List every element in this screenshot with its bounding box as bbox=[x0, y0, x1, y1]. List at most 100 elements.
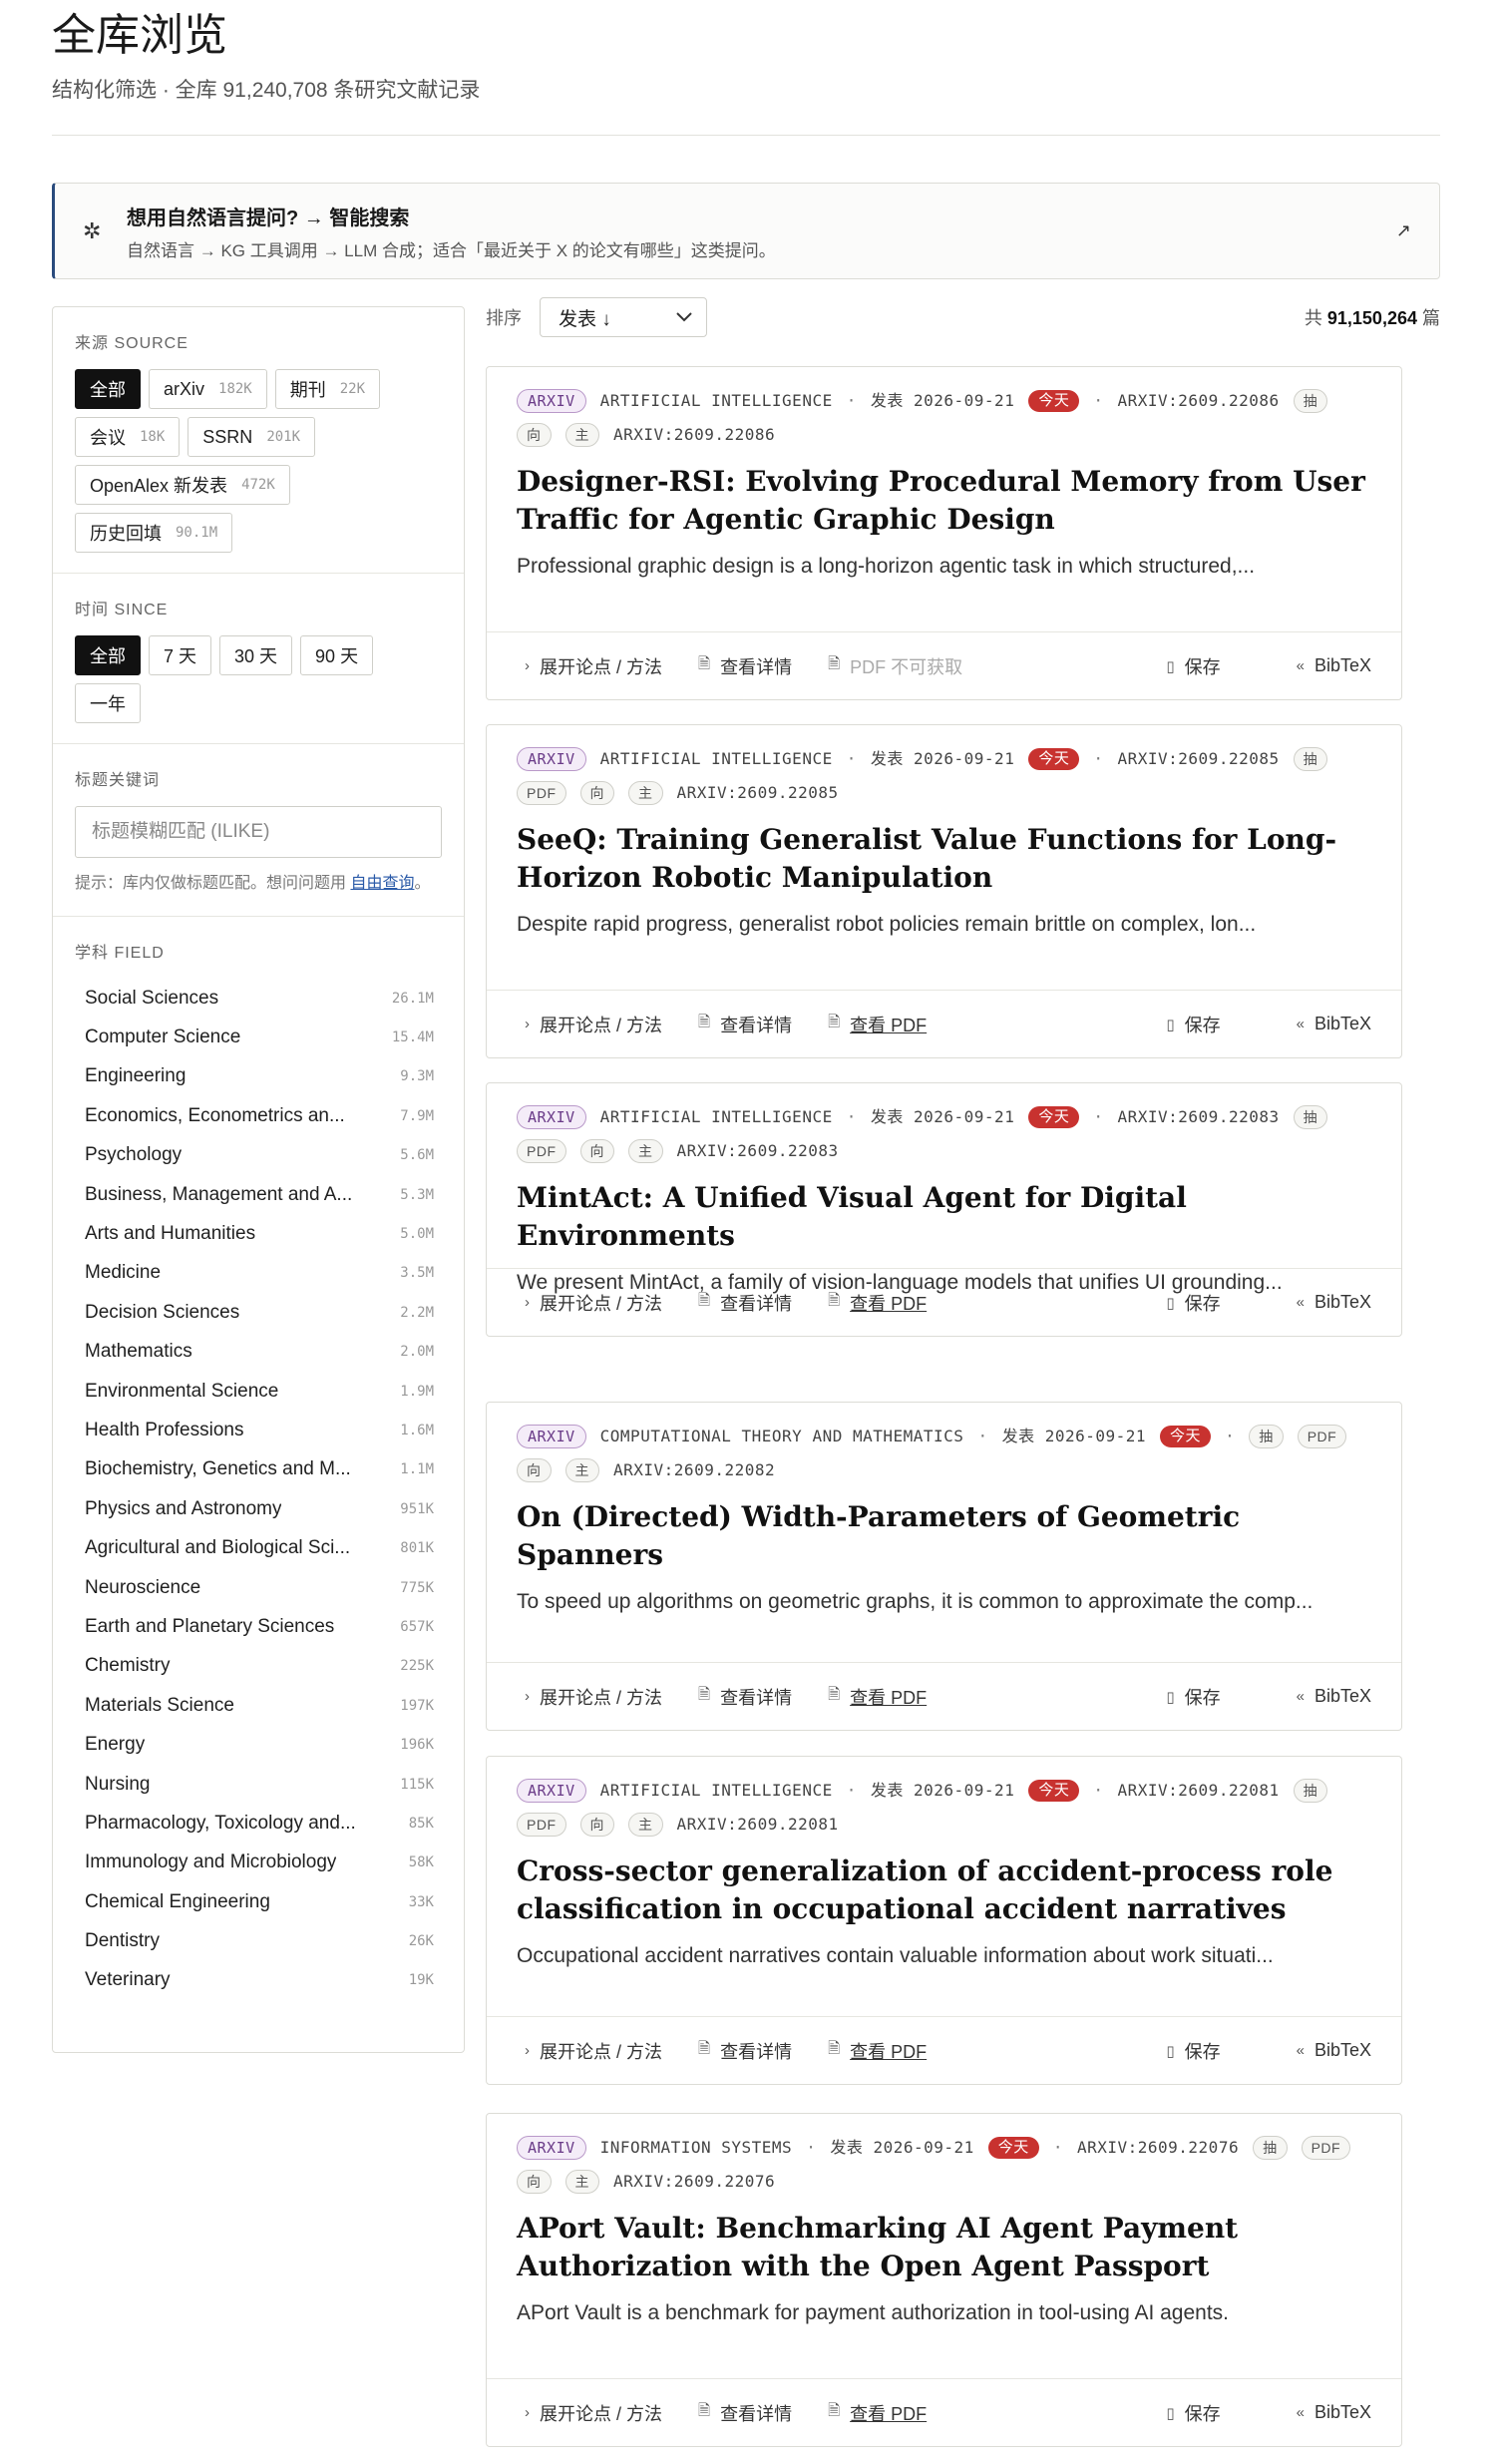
sort-select[interactable]: 发表 ↓ bbox=[540, 297, 707, 337]
bibtex-button[interactable]: « BibTeX bbox=[1297, 1012, 1371, 1037]
field-item[interactable]: Arts and Humanities 5.0M bbox=[75, 1214, 442, 1253]
bibtex-button[interactable]: « BibTeX bbox=[1297, 2400, 1371, 2426]
view-details-button[interactable]: 🗎 查看详情 bbox=[698, 2400, 792, 2426]
expand-claims-button[interactable]: › 展开论点 / 方法 bbox=[525, 1684, 662, 1710]
view-details-label: 查看详情 bbox=[720, 1293, 793, 1314]
bibtex-button[interactable]: « BibTeX bbox=[1297, 1684, 1371, 1710]
field-item[interactable]: Economics, Econometrics an... 7.9M bbox=[75, 1096, 442, 1135]
field-item[interactable]: Chemical Engineering 33K bbox=[75, 1882, 442, 1921]
field-item[interactable]: Computer Science 15.4M bbox=[75, 1018, 442, 1056]
external-arrow-icon[interactable]: ↗ bbox=[1396, 220, 1411, 241]
source-chip-count: 182K bbox=[218, 381, 252, 397]
view-pdf-link[interactable]: 🗎 查看 PDF bbox=[828, 1684, 927, 1710]
bibtex-button[interactable]: « BibTeX bbox=[1297, 2038, 1371, 2064]
expand-claims-button[interactable]: › 展开论点 / 方法 bbox=[525, 1012, 662, 1037]
field-item[interactable]: Business, Management and A... 5.3M bbox=[75, 1175, 442, 1214]
processing-tag: 抽 bbox=[1293, 1779, 1328, 1803]
view-details-button[interactable]: 🗎 查看详情 bbox=[698, 653, 792, 679]
separator-dot: · bbox=[1225, 1427, 1236, 1445]
paper-title[interactable]: APort Vault: Benchmarking AI Agent Payme… bbox=[517, 2210, 1371, 2285]
save-label: 保存 bbox=[1184, 1015, 1221, 1035]
paper-date: 发表 2026-09-21 bbox=[1001, 1427, 1147, 1445]
since-chip[interactable]: 全部 bbox=[75, 635, 141, 675]
field-item[interactable]: Veterinary 19K bbox=[75, 1961, 442, 2000]
separator-dot: · bbox=[1052, 2138, 1063, 2157]
field-item[interactable]: Environmental Science 1.9M bbox=[75, 1372, 442, 1411]
source-chip[interactable]: OpenAlex 新发表 472K bbox=[75, 465, 290, 505]
field-item[interactable]: Decision Sciences 2.2M bbox=[75, 1293, 442, 1332]
field-item[interactable]: Neuroscience 775K bbox=[75, 1568, 442, 1607]
field-item[interactable]: Psychology 5.6M bbox=[75, 1136, 442, 1175]
field-item[interactable]: Mathematics 2.0M bbox=[75, 1333, 442, 1372]
source-chip[interactable]: SSRN 201K bbox=[188, 417, 316, 457]
processing-tag: PDF bbox=[517, 781, 566, 805]
save-button[interactable]: ▯ 保存 bbox=[1166, 2400, 1220, 2426]
view-pdf-link[interactable]: 🗎 查看 PDF bbox=[828, 1012, 927, 1037]
paper-abstract: APort Vault is a benchmark for payment a… bbox=[517, 2301, 1229, 2324]
source-chip[interactable]: 历史回填 90.1M bbox=[75, 513, 233, 553]
save-button[interactable]: ▯ 保存 bbox=[1166, 2038, 1220, 2064]
processing-tag: 主 bbox=[628, 781, 663, 805]
expand-claims-button[interactable]: › 展开论点 / 方法 bbox=[525, 2038, 662, 2064]
source-chip[interactable]: 期刊 22K bbox=[274, 369, 381, 409]
save-button[interactable]: ▯ 保存 bbox=[1166, 1012, 1220, 1037]
since-chip[interactable]: 7 天 bbox=[149, 635, 212, 675]
since-chip[interactable]: 一年 bbox=[75, 683, 141, 723]
field-name: Economics, Econometrics an... bbox=[85, 1104, 345, 1126]
field-item[interactable]: Engineering 9.3M bbox=[75, 1057, 442, 1096]
since-chip[interactable]: 90 天 bbox=[300, 635, 374, 675]
free-query-link[interactable]: 自由查询 bbox=[350, 875, 414, 892]
field-item[interactable]: Physics and Astronomy 951K bbox=[75, 1489, 442, 1528]
field-item[interactable]: Earth and Planetary Sciences 657K bbox=[75, 1607, 442, 1646]
field-item[interactable]: Immunology and Microbiology 58K bbox=[75, 1844, 442, 1882]
save-button[interactable]: ▯ 保存 bbox=[1166, 653, 1220, 679]
field-item[interactable]: Biochemistry, Genetics and M... 1.1M bbox=[75, 1450, 442, 1489]
paper-title[interactable]: MintAct: A Unified Visual Agent for Digi… bbox=[517, 1179, 1371, 1255]
field-name: Veterinary bbox=[85, 1969, 171, 1991]
save-button[interactable]: ▯ 保存 bbox=[1166, 1290, 1220, 1316]
view-details-button[interactable]: 🗎 查看详情 bbox=[698, 1290, 792, 1316]
expand-claims-label: 展开论点 / 方法 bbox=[540, 2403, 663, 2424]
document-icon: 🗎 bbox=[698, 1014, 711, 1030]
source-chip-label: OpenAlex 新发表 bbox=[90, 476, 228, 496]
expand-claims-button[interactable]: › 展开论点 / 方法 bbox=[525, 1290, 662, 1316]
field-item[interactable]: Dentistry 26K bbox=[75, 1921, 442, 1960]
field-item[interactable]: Agricultural and Biological Sci... 801K bbox=[75, 1528, 442, 1567]
field-item[interactable]: Social Sciences 26.1M bbox=[75, 979, 442, 1018]
field-item[interactable]: Medicine 3.5M bbox=[75, 1254, 442, 1293]
bibtex-button[interactable]: « BibTeX bbox=[1297, 1290, 1371, 1316]
since-chip-label: 全部 bbox=[90, 646, 126, 666]
since-chips: 全部 7 天 30 天 90 天一年 bbox=[75, 635, 442, 723]
field-item[interactable]: Materials Science 197K bbox=[75, 1686, 442, 1725]
expand-claims-button[interactable]: › 展开论点 / 方法 bbox=[525, 2400, 662, 2426]
since-chip[interactable]: 30 天 bbox=[219, 635, 293, 675]
processing-tag: 主 bbox=[628, 1813, 663, 1837]
title-keyword-input[interactable] bbox=[75, 806, 442, 858]
field-item[interactable]: Energy 196K bbox=[75, 1725, 442, 1764]
field-item[interactable]: Pharmacology, Toxicology and... 85K bbox=[75, 1804, 442, 1843]
view-details-button[interactable]: 🗎 查看详情 bbox=[698, 1684, 792, 1710]
since-chip-label: 一年 bbox=[90, 694, 126, 714]
field-item[interactable]: Health Professions 1.6M bbox=[75, 1411, 442, 1449]
source-chip[interactable]: arXiv 182K bbox=[149, 369, 267, 409]
paper-title[interactable]: On (Directed) Width-Parameters of Geomet… bbox=[517, 1498, 1371, 1574]
expand-claims-button[interactable]: › 展开论点 / 方法 bbox=[525, 653, 662, 679]
view-pdf-link[interactable]: 🗎 查看 PDF bbox=[828, 2038, 927, 2064]
field-item[interactable]: Chemistry 225K bbox=[75, 1647, 442, 1686]
source-chip[interactable]: 全部 bbox=[75, 369, 141, 409]
filter-sidebar: 来源 SOURCE 全部 arXiv 182K 期刊 22K 会议 18K SSRN 201K O… bbox=[52, 306, 465, 2053]
paper-title[interactable]: SeeQ: Training Generalist Value Function… bbox=[517, 821, 1371, 897]
view-pdf-link[interactable]: 🗎 查看 PDF bbox=[828, 2400, 927, 2426]
view-details-button[interactable]: 🗎 查看详情 bbox=[698, 2038, 792, 2064]
paper-title[interactable]: Cross-sector generalization of accident-… bbox=[517, 1852, 1371, 1928]
field-name: Energy bbox=[85, 1734, 146, 1756]
smart-search-banner[interactable]: ✲ 想用自然语言提问? → 智能搜索 自然语言 → KG 工具调用 → LLM … bbox=[52, 183, 1440, 279]
save-button[interactable]: ▯ 保存 bbox=[1166, 1684, 1220, 1710]
field-item[interactable]: Nursing 115K bbox=[75, 1765, 442, 1804]
source-chip[interactable]: 会议 18K bbox=[75, 417, 181, 457]
field-count: 197K bbox=[400, 1697, 434, 1714]
view-pdf-link[interactable]: 🗎 查看 PDF bbox=[828, 1290, 927, 1316]
paper-title[interactable]: Designer-RSI: Evolving Procedural Memory… bbox=[517, 463, 1371, 539]
view-details-button[interactable]: 🗎 查看详情 bbox=[698, 1012, 792, 1037]
bibtex-button[interactable]: « BibTeX bbox=[1297, 653, 1371, 679]
